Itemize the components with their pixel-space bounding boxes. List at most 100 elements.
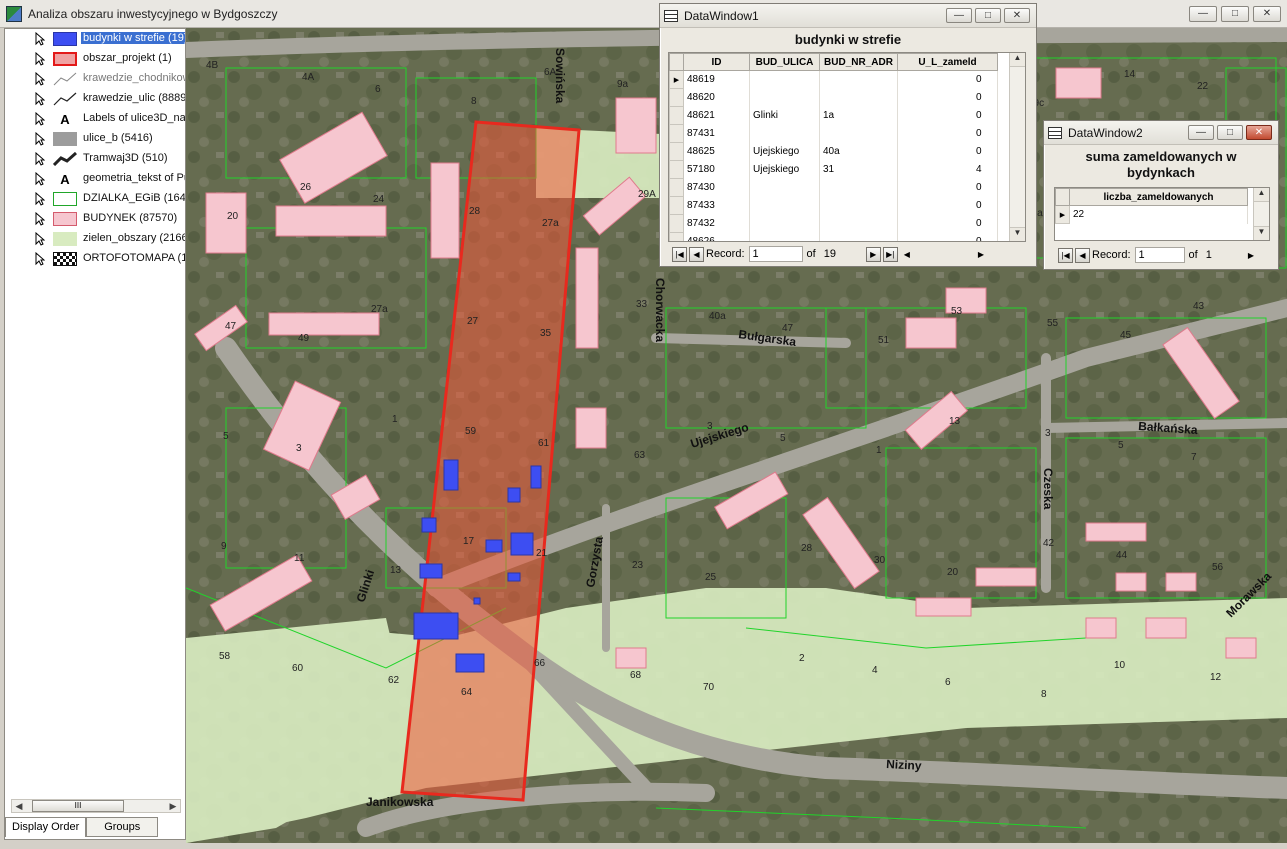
- column-header[interactable]: liczba_zameldowanych: [1069, 188, 1248, 206]
- first-record-button[interactable]: |◀: [672, 246, 687, 262]
- datawindow1-maximize-button[interactable]: □: [975, 8, 1001, 23]
- table-row[interactable]: 57180 Ujejskiego 31 4: [669, 160, 998, 179]
- first-record-button[interactable]: |◀: [1058, 247, 1073, 263]
- datawindow1-minimize-button[interactable]: —: [946, 8, 972, 23]
- datawindow2-titlebar[interactable]: DataWindow2 — □ ✕: [1044, 121, 1278, 145]
- table-cell-number[interactable]: 1a: [819, 106, 898, 125]
- scroll-thumb[interactable]: III: [32, 800, 124, 812]
- record-input[interactable]: 1: [1134, 247, 1185, 263]
- select-arrow-icon[interactable]: [35, 152, 45, 166]
- select-arrow-icon[interactable]: [35, 132, 45, 146]
- select-arrow-icon[interactable]: [35, 252, 45, 266]
- table-cell-number[interactable]: 40a: [819, 142, 898, 161]
- prev-record-button[interactable]: ◀: [1075, 247, 1090, 263]
- prev-record-button[interactable]: ◀: [689, 246, 704, 262]
- table-row[interactable]: 48626 0: [669, 232, 998, 241]
- column-header[interactable]: BUD_NR_ADR: [819, 53, 898, 71]
- table-cell-registered[interactable]: 0: [897, 178, 998, 197]
- scroll-up-icon[interactable]: ▲: [1010, 53, 1025, 67]
- table-cell-registered[interactable]: 0: [897, 106, 998, 125]
- table-cell-street[interactable]: [749, 70, 820, 89]
- table-row[interactable]: 87431 0: [669, 124, 998, 143]
- record-input[interactable]: 1: [748, 246, 803, 262]
- table-cell-id[interactable]: 48626: [683, 232, 750, 241]
- table-cell-street[interactable]: Ujejskiego: [749, 160, 820, 179]
- table-cell-registered[interactable]: 0: [897, 70, 998, 89]
- table-cell[interactable]: 22: [1069, 205, 1248, 224]
- table-cell-registered[interactable]: 0: [897, 124, 998, 143]
- table-cell-registered[interactable]: 0: [897, 88, 998, 107]
- table-cell-id[interactable]: 48625: [683, 142, 750, 161]
- table-cell-number[interactable]: [819, 124, 898, 143]
- layer-item[interactable]: Ageometria_tekst of Pu: [5, 169, 185, 189]
- table-row[interactable]: 87430 0: [669, 178, 998, 197]
- select-arrow-icon[interactable]: [35, 212, 45, 226]
- tab-display-order[interactable]: Display Order: [5, 817, 87, 837]
- datawindow2-vscrollbar[interactable]: ▲ ▼: [1253, 188, 1269, 240]
- datawindow1[interactable]: DataWindow1 — □ ✕ budynki w strefie ID B…: [659, 3, 1037, 267]
- select-arrow-icon[interactable]: [35, 92, 45, 106]
- datawindow2-close-button[interactable]: ✕: [1246, 125, 1272, 140]
- table-row[interactable]: 87433 0: [669, 196, 998, 215]
- table-cell-id[interactable]: 87432: [683, 214, 750, 233]
- layer-item[interactable]: ORTOFOTOMAPA (1): [5, 249, 185, 269]
- scroll-down-icon[interactable]: ▼: [1254, 226, 1269, 240]
- select-arrow-icon[interactable]: [35, 192, 45, 206]
- datawindow1-vscrollbar[interactable]: ▲ ▼: [1009, 53, 1025, 241]
- table-cell-street[interactable]: [749, 88, 820, 107]
- column-header[interactable]: ID: [683, 53, 750, 71]
- table-cell-number[interactable]: [819, 88, 898, 107]
- table-cell-registered[interactable]: 0: [897, 214, 998, 233]
- table-cell-id[interactable]: 48621: [683, 106, 750, 125]
- datawindow2-grid[interactable]: liczba_zameldowanych ▶ 22 ▲ ▼: [1054, 187, 1270, 241]
- table-cell-id[interactable]: 87433: [683, 196, 750, 215]
- layer-item[interactable]: DZIALKA_EGiB (16438): [5, 189, 185, 209]
- table-cell-street[interactable]: [749, 196, 820, 215]
- table-cell-street[interactable]: [749, 232, 820, 241]
- table-row[interactable]: ▶ 48619 0: [669, 70, 998, 89]
- datawindow1-titlebar[interactable]: DataWindow1 — □ ✕: [660, 4, 1036, 28]
- layer-item[interactable]: A Labels of ulice3D_nazwy: [5, 109, 185, 129]
- table-row[interactable]: 87432 0: [669, 214, 998, 233]
- table-cell-registered[interactable]: 0: [897, 196, 998, 215]
- datawindow1-close-button[interactable]: ✕: [1004, 8, 1030, 23]
- layer-item[interactable]: ulice_b (5416): [5, 129, 185, 149]
- layer-item[interactable]: krawedzie_ulic (8889): [5, 89, 185, 109]
- layer-item[interactable]: obszar_projekt (1): [5, 49, 185, 69]
- layer-item[interactable]: krawedzie_chodnikow: [5, 69, 185, 89]
- datawindow2-minimize-button[interactable]: —: [1188, 125, 1214, 140]
- scroll-up-icon[interactable]: ▲: [1254, 188, 1269, 202]
- layer-item[interactable]: budynki w strefie (19): [5, 29, 185, 49]
- select-arrow-icon[interactable]: [35, 112, 45, 126]
- select-arrow-icon[interactable]: [35, 172, 45, 186]
- scroll-right-icon[interactable]: ▶: [166, 801, 180, 812]
- tab-groups[interactable]: Groups: [86, 817, 159, 837]
- layer-panel-hscrollbar[interactable]: ◀ III ▶: [11, 799, 181, 813]
- table-row[interactable]: 48620 0: [669, 88, 998, 107]
- table-cell-street[interactable]: [749, 214, 820, 233]
- column-header[interactable]: BUD_ULICA: [749, 53, 820, 71]
- hscroll-right-icon[interactable]: ▶: [978, 250, 984, 259]
- table-cell-number[interactable]: 31: [819, 160, 898, 179]
- table-cell-number[interactable]: [819, 232, 898, 241]
- table-cell-number[interactable]: [819, 70, 898, 89]
- table-cell-street[interactable]: Ujejskiego: [749, 142, 820, 161]
- table-cell-id[interactable]: 48619: [683, 70, 750, 89]
- table-cell-registered[interactable]: 0: [897, 232, 998, 241]
- table-cell-number[interactable]: [819, 178, 898, 197]
- layer-item[interactable]: Tramwaj3D (510): [5, 149, 185, 169]
- table-row[interactable]: ▶ 22: [1055, 205, 1248, 224]
- table-cell-id[interactable]: 87431: [683, 124, 750, 143]
- scroll-down-icon[interactable]: ▼: [1010, 227, 1025, 241]
- table-row[interactable]: 48621 Glinki 1a 0: [669, 106, 998, 125]
- maximize-button[interactable]: □: [1221, 6, 1249, 22]
- layer-item[interactable]: BUDYNEK (87570): [5, 209, 185, 229]
- datawindow1-grid[interactable]: ID BUD_ULICA BUD_NR_ADR U_L_zameld ▶ 4861…: [668, 52, 1026, 242]
- next-record-button[interactable]: ▶: [865, 246, 881, 262]
- select-arrow-icon[interactable]: [35, 52, 45, 66]
- datawindow2[interactable]: DataWindow2 — □ ✕ suma zameldowanych w b…: [1043, 120, 1279, 270]
- table-cell-street[interactable]: Glinki: [749, 106, 820, 125]
- close-button[interactable]: ✕: [1253, 6, 1281, 22]
- table-cell-id[interactable]: 48620: [683, 88, 750, 107]
- table-cell-number[interactable]: [819, 196, 898, 215]
